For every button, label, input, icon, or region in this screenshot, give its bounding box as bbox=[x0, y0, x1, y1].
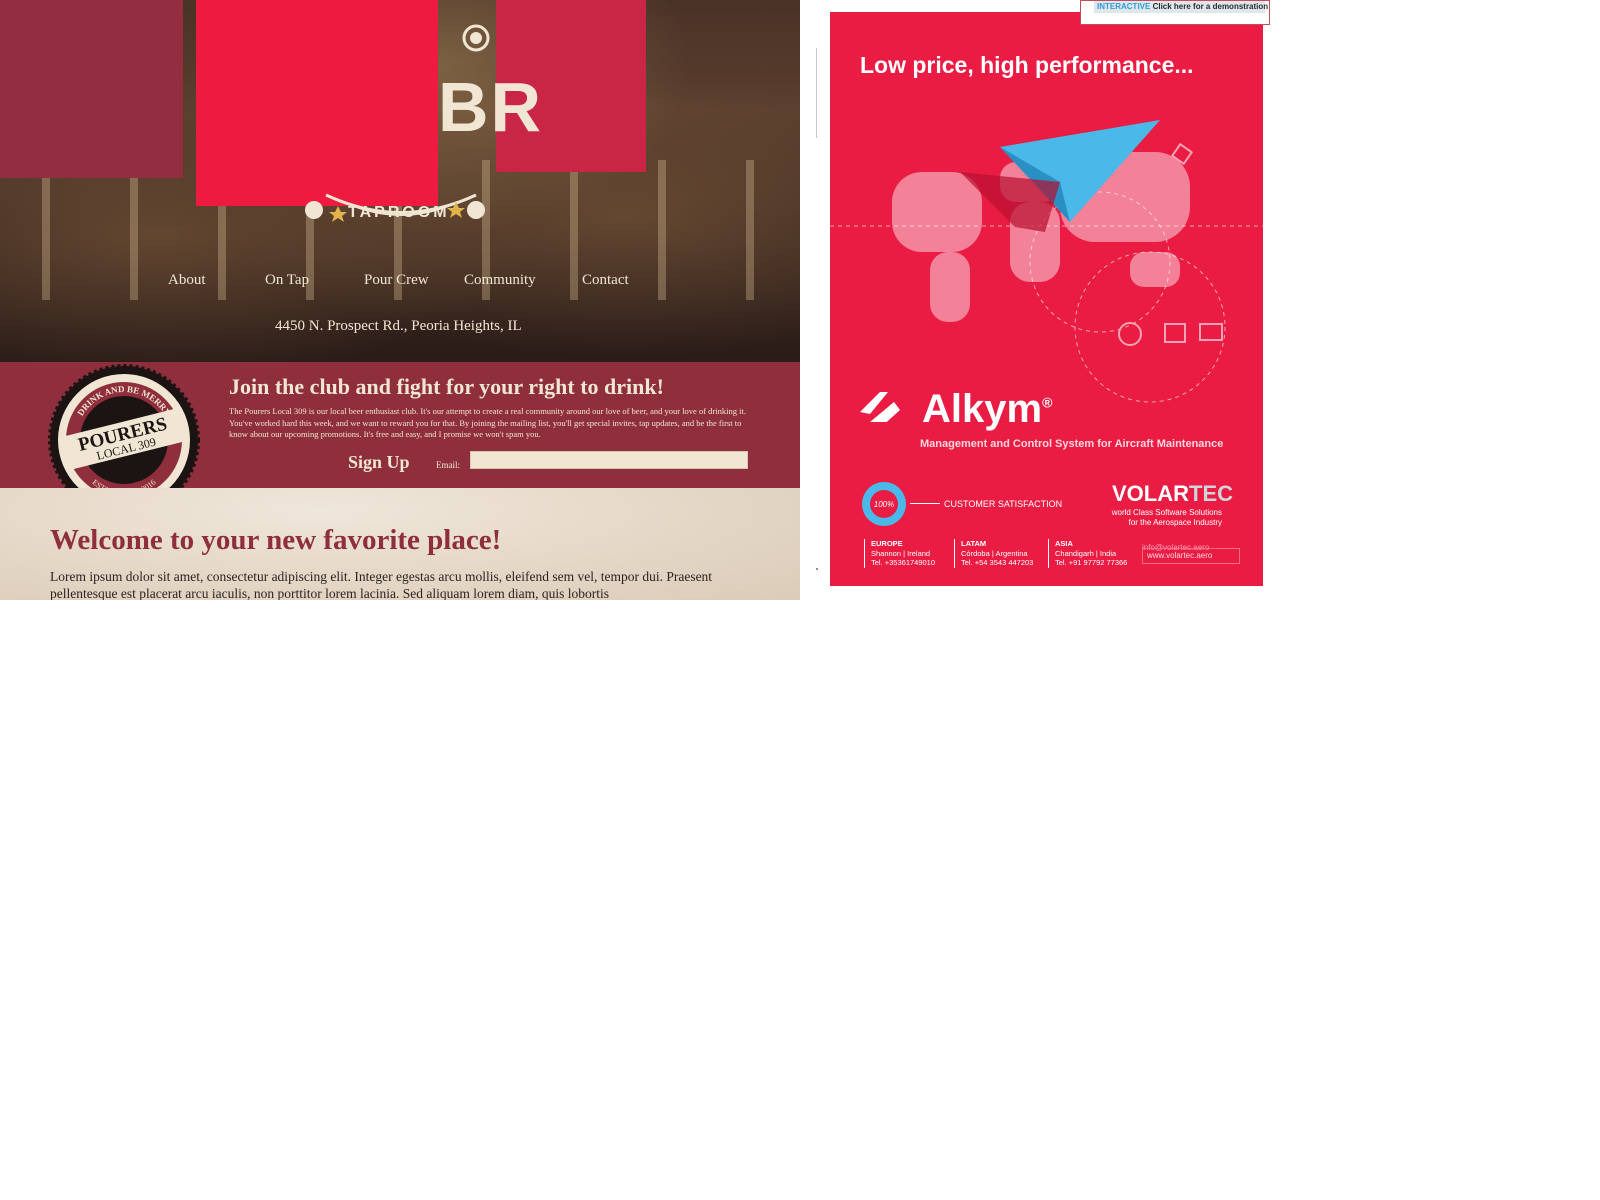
brewery-website: BR TAPROOM About On Tap Pour Crew Commun… bbox=[0, 0, 800, 600]
sign-up-label: Sign Up bbox=[348, 452, 410, 472]
volartec-ad[interactable]: Low price, high performance... Alkym® Ma… bbox=[830, 12, 1263, 586]
contact-europe: EUROPE Shannon | Ireland Tel. +35361749010 bbox=[864, 539, 935, 568]
alkym-brand: Alkym® bbox=[922, 387, 1053, 431]
welcome-heading: Welcome to your new favorite place! bbox=[50, 524, 502, 556]
hop-icon bbox=[470, 32, 482, 44]
logo-subtitle: TAPROOM bbox=[348, 204, 450, 221]
alkym-logo-icon bbox=[860, 392, 900, 422]
address: 4450 N. Prospect Rd., Peoria Heights, IL bbox=[275, 318, 522, 334]
demo-banner-link[interactable]: INTERACTIVE Click here for a demonstrati… bbox=[1094, 1, 1268, 13]
network-icon bbox=[1164, 323, 1186, 343]
nav-community[interactable]: Community bbox=[464, 272, 536, 289]
demo-banner[interactable]: INTERACTIVE Click here for a demonstrati… bbox=[1080, 0, 1270, 25]
divider-dot bbox=[816, 568, 818, 570]
volartec-logo: VOLARTEC bbox=[1112, 481, 1233, 506]
world-map-illustration bbox=[830, 120, 1263, 422]
email-label: Email: bbox=[436, 460, 460, 470]
divider-line bbox=[816, 48, 817, 138]
nav-contact[interactable]: Contact bbox=[582, 272, 629, 289]
hop-icon bbox=[305, 201, 323, 219]
satisfaction-text: CUSTOMER SATISFACTION bbox=[944, 499, 1063, 509]
ad-website-link[interactable]: www.volartec.aero bbox=[1142, 548, 1240, 564]
ad-headline: Low price, high performance... bbox=[860, 52, 1194, 78]
svg-text:100%: 100% bbox=[874, 500, 894, 509]
nav-pour-crew[interactable]: Pour Crew bbox=[364, 272, 429, 289]
contact-asia: ASIA Chandigarh | India Tel. +91 97792 773… bbox=[1048, 539, 1127, 568]
contact-latam: LATAM Córdoba | Argentina Tel. +54 3543 44… bbox=[954, 539, 1033, 568]
alkym-tagline: Management and Control System for Aircra… bbox=[920, 438, 1224, 450]
club-title: Join the club and fight for your right t… bbox=[229, 374, 664, 399]
laptop-icon bbox=[1199, 323, 1223, 341]
club-description: The Pourers Local 309 is our local beer … bbox=[229, 406, 746, 439]
ad-placeholder-block bbox=[0, 0, 183, 178]
welcome-text: Lorem ipsum dolor sit amet, consectetur … bbox=[50, 569, 713, 600]
hop-icon bbox=[467, 201, 485, 219]
line-connector bbox=[910, 503, 940, 504]
star-icon bbox=[329, 206, 347, 222]
nav-on-tap[interactable]: On Tap bbox=[265, 272, 309, 289]
email-field[interactable] bbox=[470, 451, 748, 469]
logo-letters: BR bbox=[438, 68, 544, 146]
volartec-tagline: world Class Software Solutions for the Ae… bbox=[1111, 508, 1222, 527]
satisfaction-badge: 100% bbox=[862, 482, 906, 526]
nav-about[interactable]: About bbox=[168, 272, 206, 289]
globe-icon bbox=[1118, 322, 1142, 346]
